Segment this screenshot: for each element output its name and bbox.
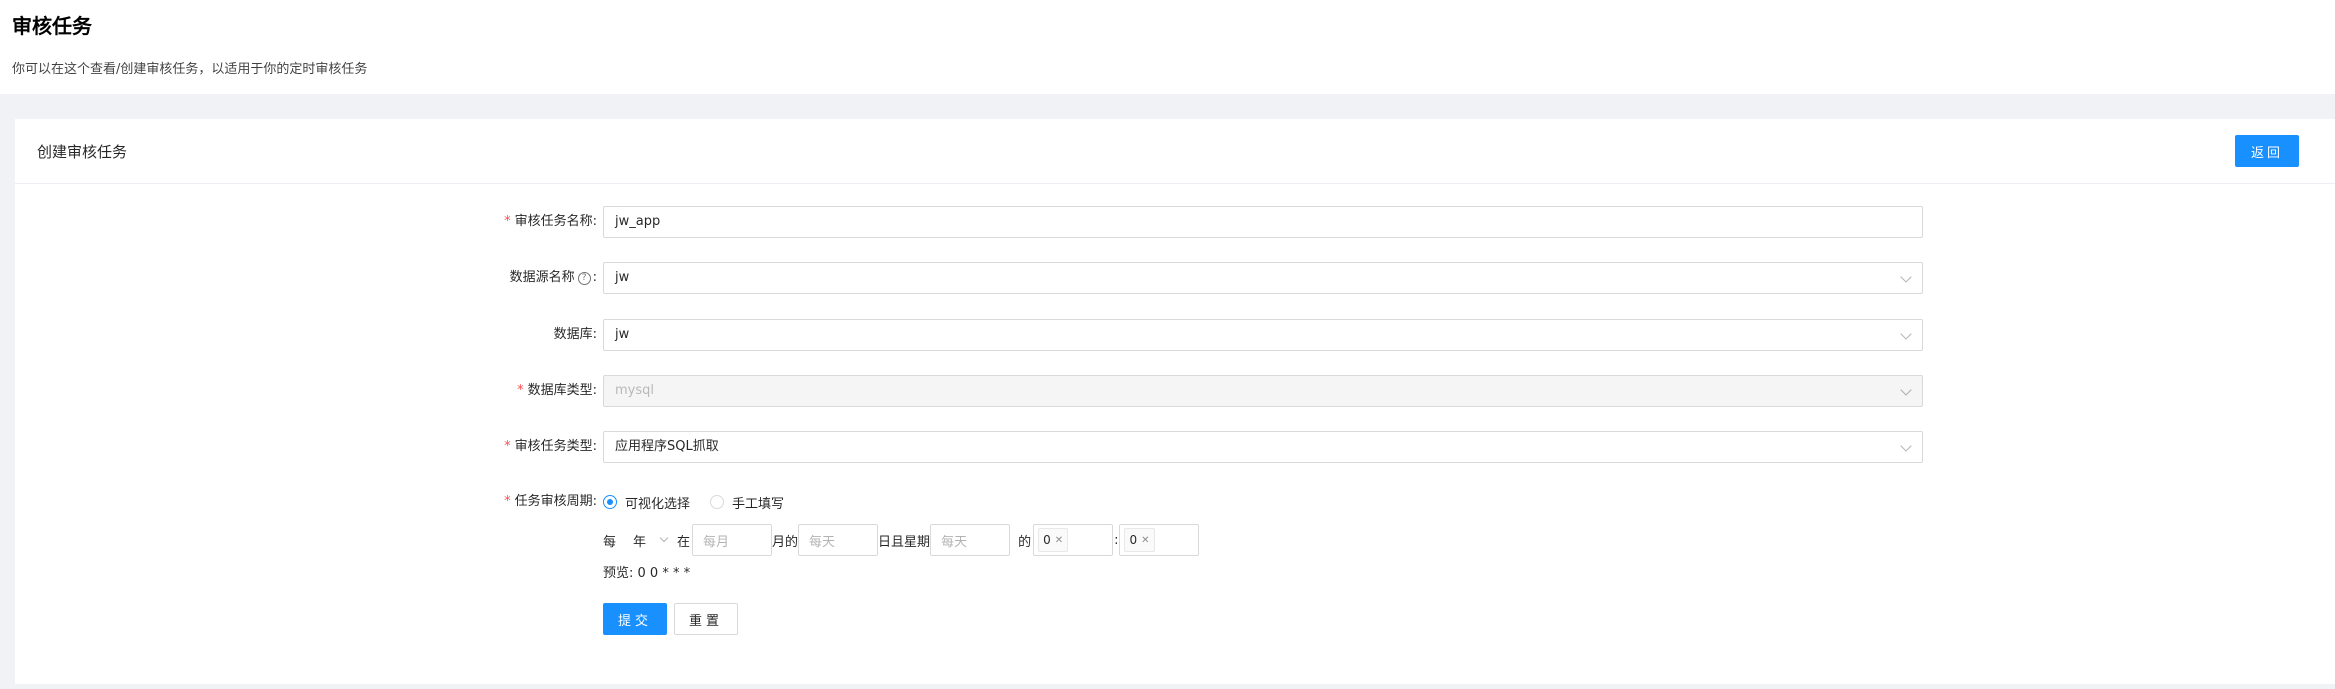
page-title: 审核任务 bbox=[12, 14, 92, 38]
database-label-text: 数据库: bbox=[553, 327, 597, 342]
form-row-db-type: * 数据库类型: mysql bbox=[15, 375, 2335, 407]
datasource-label: 数据源名称 ? : bbox=[510, 262, 597, 294]
cron-hour-select[interactable]: 0 ✕ bbox=[1033, 524, 1114, 556]
database-value: jw bbox=[615, 327, 630, 342]
cron-weekday-select[interactable]: 每天 bbox=[930, 524, 1011, 556]
cron-every-text: 每 bbox=[603, 534, 617, 550]
task-type-label: * 审核任务类型: bbox=[504, 431, 597, 463]
form-row-database: 数据库: jw bbox=[15, 319, 2335, 351]
required-mark: * bbox=[517, 383, 524, 398]
db-type-select: mysql bbox=[603, 375, 1923, 407]
task-name-label: * 审核任务名称: bbox=[504, 206, 597, 238]
task-type-value: 应用程序SQL抓取 bbox=[615, 439, 719, 454]
task-name-value: jw_app bbox=[615, 214, 661, 229]
question-circle-icon[interactable]: ? bbox=[577, 271, 591, 285]
cron-unit-select[interactable]: 年 bbox=[622, 524, 677, 556]
db-type-label-text: 数据库类型: bbox=[527, 383, 597, 398]
cron-at-text: 在 bbox=[677, 534, 691, 550]
create-task-card: 创建审核任务 返回 * 审核任务名称: jw_app 数据源名称 ? : jw … bbox=[15, 119, 2335, 684]
task-type-select[interactable]: 应用程序SQL抓取 bbox=[603, 431, 1923, 463]
cron-colon: : bbox=[1114, 532, 1119, 548]
cron-day-select[interactable]: 每天 bbox=[798, 524, 879, 556]
back-button[interactable]: 返回 bbox=[2235, 135, 2299, 167]
chevron-down-icon bbox=[1900, 384, 1912, 396]
radio-manual-label: 手工填写 bbox=[732, 496, 785, 512]
cron-month-placeholder: 每月 bbox=[703, 534, 730, 550]
cycle-radio-group: 可视化选择 手工填写 bbox=[603, 486, 804, 518]
card-title: 创建审核任务 bbox=[37, 143, 128, 161]
radio-visual-label: 可视化选择 bbox=[625, 496, 691, 512]
cron-day-suffix: 日且星期 bbox=[878, 534, 931, 550]
chevron-down-icon bbox=[1900, 440, 1912, 452]
chevron-down-icon bbox=[1900, 328, 1912, 340]
cron-preview: 预览: 0 0 * * * bbox=[603, 566, 691, 581]
form-row-datasource: 数据源名称 ? : jw bbox=[15, 262, 2335, 294]
form-row-task-type: * 审核任务类型: 应用程序SQL抓取 bbox=[15, 431, 2335, 463]
required-mark: * bbox=[504, 214, 511, 229]
cycle-label: * 任务审核周期: bbox=[504, 486, 597, 518]
page-header: 审核任务 你可以在这个查看/创建审核任务，以适用于你的定时审核任务 bbox=[0, 0, 2335, 94]
cron-builder: 每 年 在 每月 月的 每天 日且星期 每天 的 0 ✕ : 0 ✕ bbox=[603, 524, 1200, 556]
chevron-down-icon bbox=[1900, 271, 1912, 283]
form-row-cycle: * 任务审核周期: 可视化选择 手工填写 bbox=[15, 486, 2335, 518]
radio-visual[interactable]: 可视化选择 bbox=[603, 493, 690, 512]
required-mark: * bbox=[504, 494, 511, 509]
card-header: 创建审核任务 返回 bbox=[15, 119, 2335, 184]
db-type-label: * 数据库类型: bbox=[517, 375, 597, 407]
cron-month-select[interactable]: 每月 bbox=[692, 524, 773, 556]
radio-manual[interactable]: 手工填写 bbox=[710, 493, 784, 512]
close-icon[interactable]: ✕ bbox=[1141, 535, 1149, 546]
datasource-value: jw bbox=[615, 270, 630, 285]
minute-tag-value: 0 bbox=[1129, 533, 1138, 547]
hour-tag: 0 ✕ bbox=[1038, 528, 1069, 552]
minute-tag: 0 ✕ bbox=[1124, 528, 1155, 552]
cron-unit-value: 年 bbox=[633, 534, 647, 550]
radio-visual-dot[interactable] bbox=[603, 495, 617, 509]
close-icon[interactable]: ✕ bbox=[1055, 535, 1063, 546]
form-row-task-name: * 审核任务名称: jw_app bbox=[15, 206, 2335, 238]
database-select[interactable]: jw bbox=[603, 319, 1923, 351]
datasource-label-text: 数据源名称 bbox=[509, 270, 575, 285]
datasource-label-suffix: : bbox=[592, 270, 597, 285]
task-name-input[interactable]: jw_app bbox=[603, 206, 1923, 238]
task-type-label-text: 审核任务类型: bbox=[514, 439, 597, 454]
hour-tag-value: 0 bbox=[1043, 533, 1051, 547]
cron-month-suffix: 月的 bbox=[772, 534, 799, 550]
required-mark: * bbox=[504, 439, 511, 454]
submit-button[interactable]: 提交 bbox=[603, 603, 667, 635]
cron-weekday-suffix: 的 bbox=[1018, 534, 1032, 550]
task-name-label-text: 审核任务名称: bbox=[514, 214, 597, 229]
db-type-value: mysql bbox=[615, 383, 654, 398]
datasource-select[interactable]: jw bbox=[603, 262, 1923, 294]
cycle-label-text: 任务审核周期: bbox=[514, 494, 597, 509]
reset-button[interactable]: 重置 bbox=[674, 603, 738, 635]
cron-day-placeholder: 每天 bbox=[809, 534, 836, 550]
database-label: 数据库: bbox=[554, 319, 597, 351]
chevron-down-icon bbox=[659, 533, 669, 543]
cron-minute-select[interactable]: 0 ✕ bbox=[1119, 524, 1200, 556]
radio-manual-dot[interactable] bbox=[710, 495, 725, 509]
page-description: 你可以在这个查看/创建审核任务，以适用于你的定时审核任务 bbox=[12, 62, 368, 77]
cron-weekday-placeholder: 每天 bbox=[941, 534, 968, 550]
